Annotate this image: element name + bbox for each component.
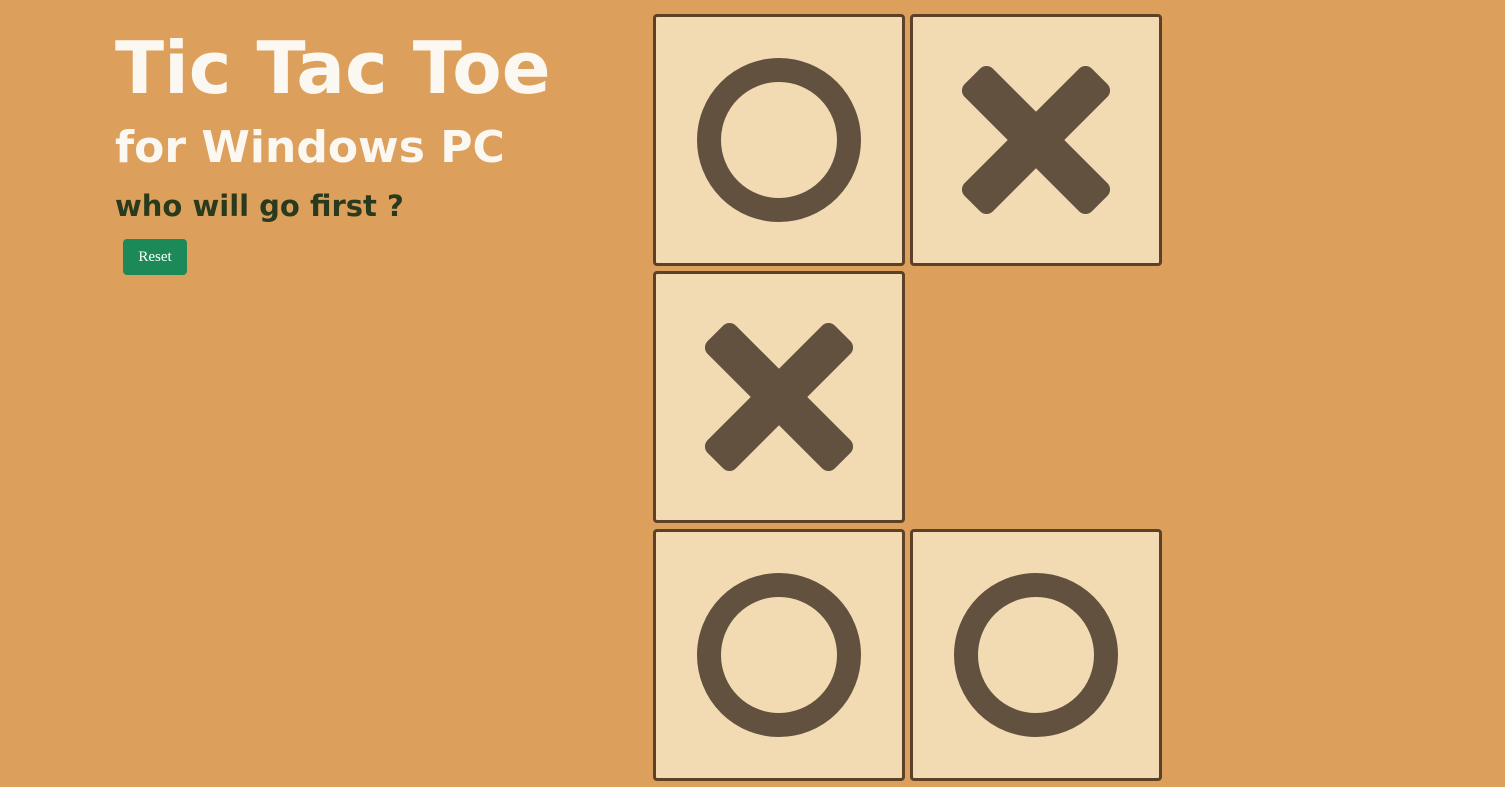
board-cell-7[interactable]: [653, 529, 905, 781]
o-mark-icon: [697, 58, 861, 222]
x-mark-icon: [704, 322, 854, 472]
board-cell-5[interactable]: [910, 271, 1162, 523]
page-subtitle: for Windows PC: [115, 122, 505, 173]
game-board: [653, 14, 1168, 787]
x-mark-icon: [961, 65, 1111, 215]
board-cell-1[interactable]: [653, 14, 905, 266]
o-mark-icon: [697, 573, 861, 737]
board-cell-9[interactable]: [1167, 529, 1419, 781]
board-cell-6[interactable]: [1167, 271, 1419, 523]
page-title: Tic Tac Toe: [115, 26, 551, 110]
board-cell-3[interactable]: [1167, 14, 1419, 266]
header: Tic Tac Toe for Windows PC who will go f…: [115, 18, 551, 234]
turn-prompt: who will go first ?: [115, 189, 404, 223]
board-cell-8[interactable]: [910, 529, 1162, 781]
board-cell-4[interactable]: [653, 271, 905, 523]
board-cell-2[interactable]: [910, 14, 1162, 266]
reset-button[interactable]: Reset: [123, 239, 187, 275]
game-page: Tic Tac Toe for Windows PC who will go f…: [0, 0, 1505, 787]
o-mark-icon: [954, 573, 1118, 737]
